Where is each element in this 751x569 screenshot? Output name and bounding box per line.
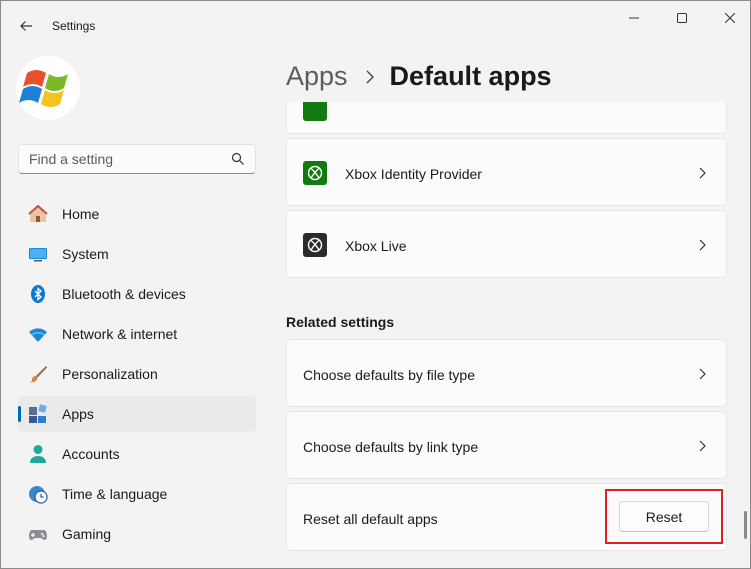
- close-icon: [725, 13, 735, 23]
- scrollbar-thumb[interactable]: [744, 511, 747, 539]
- sidebar-item-label: Network & internet: [62, 326, 178, 342]
- reset-label: Reset all default apps: [303, 511, 438, 527]
- wifi-icon: [29, 328, 47, 342]
- minimize-button[interactable]: [614, 5, 654, 31]
- breadcrumb-parent-link[interactable]: Apps: [286, 61, 348, 92]
- xbox-icon: [303, 102, 327, 121]
- close-button[interactable]: [710, 5, 750, 31]
- related-item-file-type[interactable]: Choose defaults by file type: [286, 339, 727, 407]
- maximize-icon: [677, 13, 687, 23]
- sidebar-item-label: Home: [62, 206, 100, 222]
- sidebar-item-network[interactable]: Network & internet: [18, 316, 256, 352]
- breadcrumb: Apps Default apps: [286, 61, 552, 92]
- app-card-xbox-live[interactable]: Xbox Live: [286, 210, 727, 278]
- related-item-label: Choose defaults by link type: [303, 439, 479, 455]
- sidebar-item-apps[interactable]: Apps: [18, 396, 256, 432]
- sidebar-item-system[interactable]: System: [18, 236, 256, 272]
- controller-icon: [29, 530, 47, 540]
- sidebar-item-label: Time & language: [62, 486, 168, 502]
- xbox-icon: [303, 233, 327, 257]
- sidebar-nav: Home System Bluetooth & devices Network …: [18, 196, 256, 556]
- clock-globe-icon: [29, 486, 48, 504]
- system-icon: [29, 248, 47, 262]
- sidebar-item-label: Gaming: [62, 526, 112, 542]
- minimize-icon: [629, 17, 639, 19]
- sidebar-item-personalization[interactable]: Personalization: [18, 356, 256, 392]
- sidebar-item-gaming[interactable]: Gaming: [18, 516, 256, 552]
- windows-logo-icon: [16, 56, 80, 120]
- sidebar-item-label: Personalization: [62, 366, 158, 382]
- search-icon: [231, 152, 244, 165]
- sidebar-item-label: Accounts: [62, 446, 120, 462]
- sidebar-item-accounts[interactable]: Accounts: [18, 436, 256, 472]
- app-name: Xbox Identity Provider: [345, 166, 482, 182]
- search-box[interactable]: [18, 144, 256, 174]
- highlight-box: [605, 489, 723, 544]
- sidebar-item-label: System: [62, 246, 109, 262]
- app-name: Xbox Live: [345, 238, 407, 254]
- search-input[interactable]: [29, 151, 219, 167]
- user-avatar[interactable]: [15, 55, 81, 121]
- section-title: Related settings: [286, 314, 395, 330]
- app-card-partial[interactable]: [286, 102, 727, 134]
- apps-icon: [29, 404, 47, 423]
- page-title: Default apps: [389, 61, 552, 91]
- sidebar-item-home[interactable]: Home: [18, 196, 256, 232]
- chevron-right-icon: [366, 70, 374, 83]
- sidebar-item-bluetooth[interactable]: Bluetooth & devices: [18, 276, 256, 312]
- xbox-icon: [303, 161, 327, 185]
- bluetooth-icon: [31, 285, 45, 303]
- app-card-xbox-identity-provider[interactable]: Xbox Identity Provider: [286, 138, 727, 206]
- chevron-right-icon: [699, 440, 706, 452]
- chevron-right-icon: [699, 368, 706, 380]
- home-icon: [28, 204, 48, 222]
- title-bar: Settings: [1, 1, 750, 49]
- app-title: Settings: [52, 19, 96, 33]
- back-button[interactable]: [13, 13, 39, 39]
- sidebar-item-label: Apps: [62, 406, 94, 422]
- related-item-label: Choose defaults by file type: [303, 367, 475, 383]
- brush-icon: [29, 366, 47, 383]
- person-icon: [30, 445, 46, 463]
- sidebar-item-time-language[interactable]: Time & language: [18, 476, 256, 512]
- back-arrow-icon: [20, 21, 32, 31]
- chevron-right-icon: [699, 239, 706, 251]
- chevron-right-icon: [699, 167, 706, 179]
- maximize-button[interactable]: [662, 5, 702, 31]
- related-item-link-type[interactable]: Choose defaults by link type: [286, 411, 727, 479]
- sidebar-item-label: Bluetooth & devices: [62, 286, 186, 302]
